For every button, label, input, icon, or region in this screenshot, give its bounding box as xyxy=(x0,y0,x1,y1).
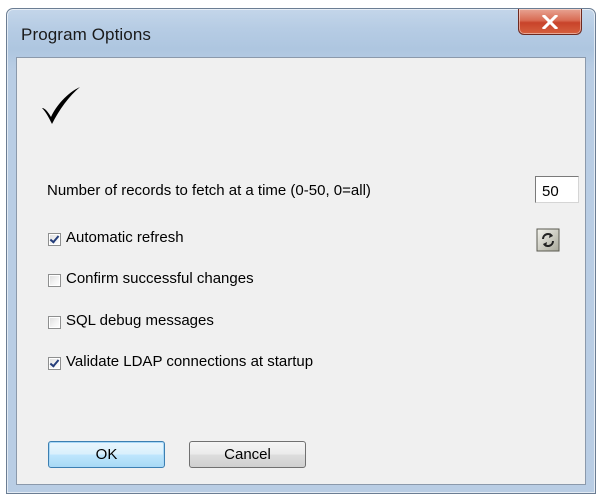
checkbox-confirm-changes-box[interactable] xyxy=(48,274,61,287)
program-options-window: Program Options Number of records to fet… xyxy=(6,8,596,494)
checkbox-validate-ldap-box[interactable] xyxy=(48,357,61,370)
refresh-icon[interactable] xyxy=(536,228,560,252)
close-button[interactable] xyxy=(518,9,582,35)
title-bar[interactable]: Program Options xyxy=(7,9,595,55)
ok-button[interactable]: OK xyxy=(48,441,165,468)
checkbox-automatic-refresh-label[interactable]: Automatic refresh xyxy=(66,229,184,246)
window-title: Program Options xyxy=(21,25,151,44)
cancel-button[interactable]: Cancel xyxy=(189,441,306,468)
checkmark-icon xyxy=(42,87,80,124)
checkbox-confirm-changes-label[interactable]: Confirm successful changes xyxy=(66,270,254,287)
close-icon xyxy=(542,14,558,29)
records-input[interactable] xyxy=(535,176,579,203)
dialog-body: Number of records to fetch at a time (0-… xyxy=(16,57,586,485)
checkbox-sql-debug-label[interactable]: SQL debug messages xyxy=(66,312,214,329)
checkbox-validate-ldap-label[interactable]: Validate LDAP connections at startup xyxy=(66,353,313,370)
records-label: Number of records to fetch at a time (0-… xyxy=(47,182,371,199)
checkbox-automatic-refresh-box[interactable] xyxy=(48,233,61,246)
checkbox-sql-debug-box[interactable] xyxy=(48,316,61,329)
